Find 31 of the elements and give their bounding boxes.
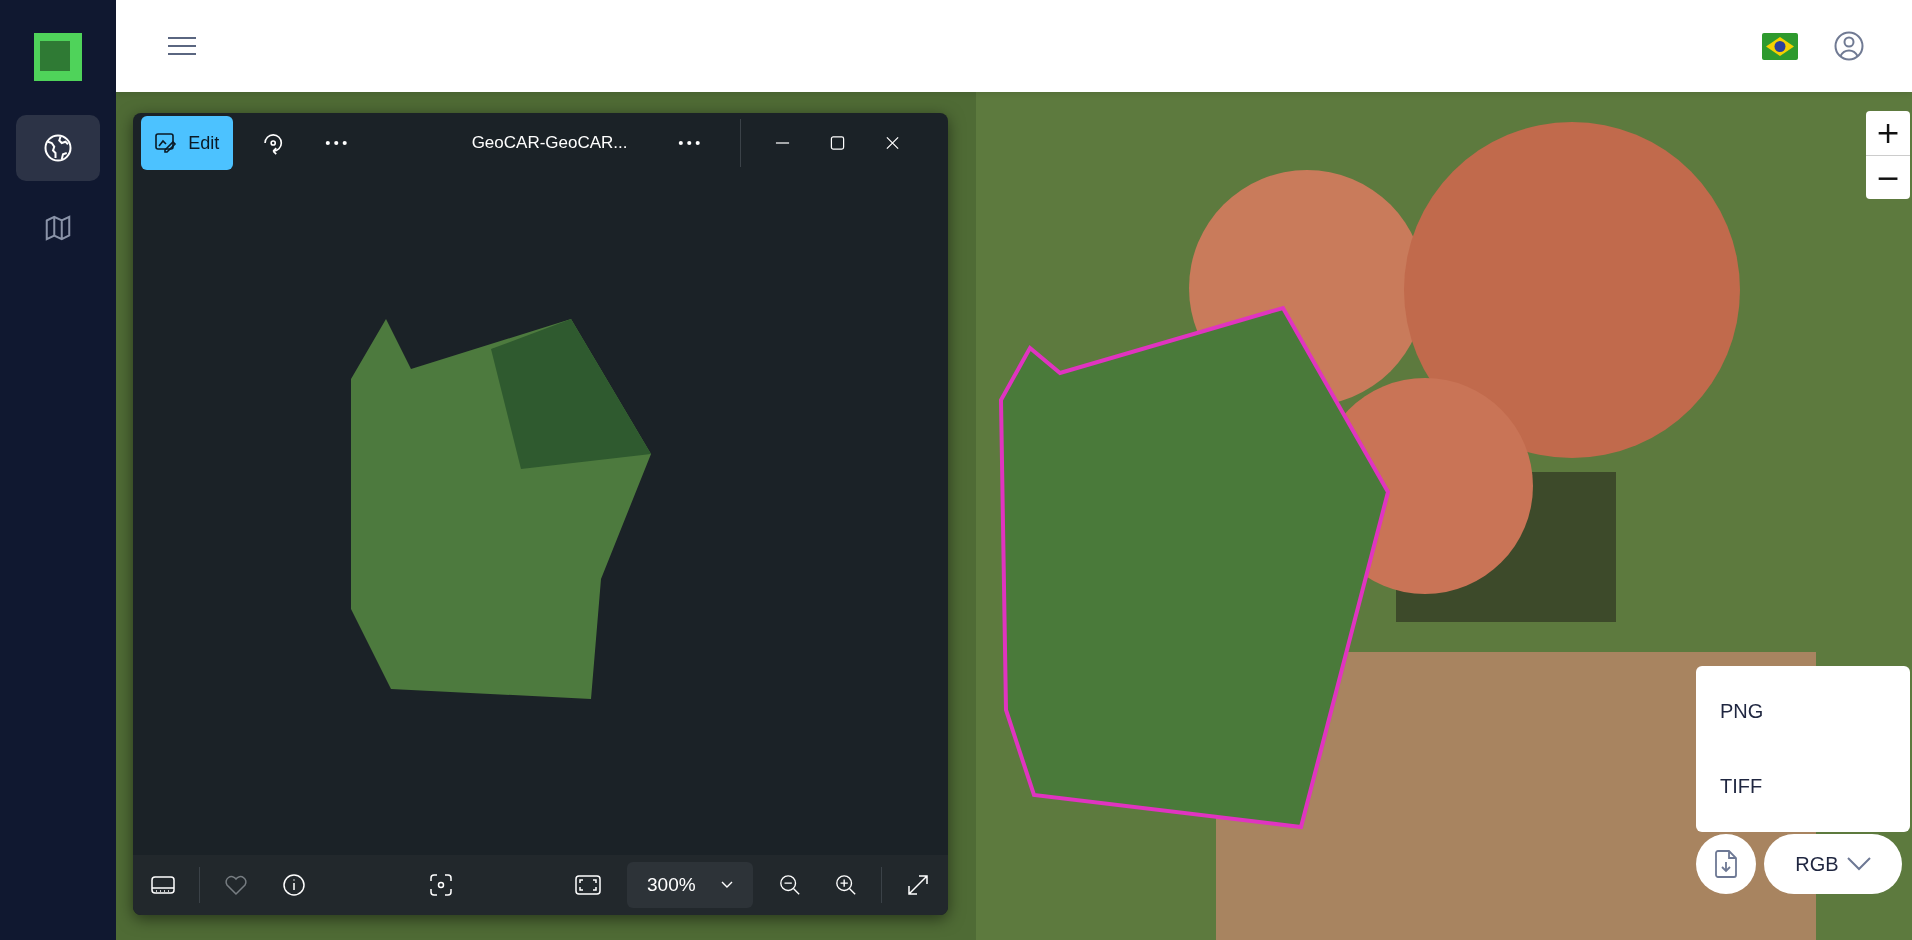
band-select-button[interactable]: RGB xyxy=(1764,834,1902,894)
file-download-icon xyxy=(1714,850,1738,878)
chevron-down-icon xyxy=(721,881,733,889)
image-edit-icon xyxy=(154,131,179,155)
format-menu-item[interactable]: PNG xyxy=(1696,700,1910,723)
zoom-out-button[interactable]: − xyxy=(1866,155,1910,199)
heart-icon[interactable] xyxy=(224,874,248,896)
edit-button[interactable]: Edit xyxy=(141,116,233,170)
expand-icon[interactable] xyxy=(906,873,930,897)
map-icon xyxy=(43,213,73,243)
maximize-icon[interactable] xyxy=(830,135,845,151)
close-icon[interactable] xyxy=(885,135,901,151)
more-icon[interactable] xyxy=(677,140,701,146)
focus-icon[interactable] xyxy=(428,873,453,897)
filmstrip-icon[interactable] xyxy=(151,875,175,895)
window-title: GeoCAR-GeoCAR... xyxy=(471,133,628,153)
globe-icon xyxy=(43,133,73,163)
zoom-in-button[interactable]: + xyxy=(1866,111,1910,155)
user-icon[interactable] xyxy=(1834,31,1864,61)
logo-icon xyxy=(34,33,82,81)
zoom-in-icon[interactable] xyxy=(835,874,857,896)
zoom-out-icon[interactable] xyxy=(779,874,801,896)
more-icon[interactable] xyxy=(325,140,348,146)
format-menu-item[interactable]: TIFF xyxy=(1696,775,1910,798)
fit-screen-icon[interactable] xyxy=(575,875,601,895)
info-icon[interactable] xyxy=(282,873,306,897)
chevron-down-icon xyxy=(1846,857,1871,871)
zoom-level-dropdown[interactable]: 300% xyxy=(627,862,753,908)
flag-icon[interactable] xyxy=(1762,32,1798,60)
menu-icon[interactable] xyxy=(168,36,196,56)
globe-nav-button[interactable] xyxy=(16,115,100,181)
